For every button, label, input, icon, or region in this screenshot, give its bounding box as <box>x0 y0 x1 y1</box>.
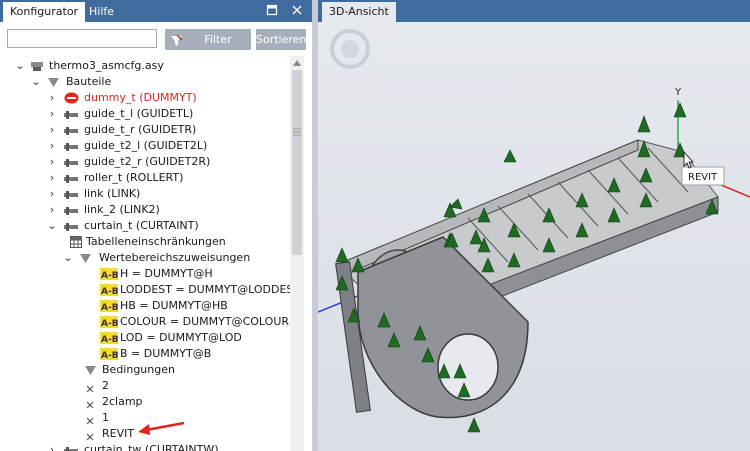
svg-text:A-B: A-B <box>101 287 118 296</box>
tree-label: guide_t_r (GUIDETR) <box>84 123 197 136</box>
tree-row[interactable]: › dummy_t (DUMMYT) <box>0 90 290 106</box>
tree-label: COLOUR = DUMMYT@COLOURIN <box>120 315 290 328</box>
svg-text:A-B: A-B <box>101 319 118 328</box>
tree-row[interactable]: 2 <box>0 378 290 394</box>
tree-label: LOD = DUMMYT@LOD <box>120 331 242 344</box>
close-icon[interactable] <box>291 4 303 16</box>
sort-button[interactable]: Sortieren <box>256 29 306 50</box>
expand-icon[interactable]: › <box>46 106 58 122</box>
scroll-up-icon[interactable] <box>293 60 301 66</box>
tree-row[interactable]: › roller_t (ROLLERT) <box>0 170 290 186</box>
expand-icon[interactable]: › <box>46 186 58 202</box>
expand-icon[interactable]: › <box>46 122 58 138</box>
annotation-arrow <box>138 421 185 435</box>
right-tab-bar: 3D-Ansicht <box>318 0 750 22</box>
tree-row[interactable]: A-B B = DUMMYT@B <box>0 346 290 362</box>
filter-clear-button[interactable]: Filter löschen <box>165 29 251 67</box>
part-icon <box>64 445 79 451</box>
tree-label: link (LINK) <box>84 187 141 200</box>
tree-label: roller_t (ROLLERT) <box>84 171 184 184</box>
component-tree: ⌄ thermo3_asmcfg.asy ⌄ Bauteile › dummy_… <box>0 56 290 451</box>
tree-row[interactable]: › link (LINK) <box>0 186 290 202</box>
3d-scene[interactable]: Y REVIT <box>318 22 750 451</box>
expand-icon[interactable]: › <box>46 202 58 218</box>
y-axis-label: Y <box>674 87 682 98</box>
expand-icon[interactable]: › <box>46 138 58 154</box>
view3d-panel: 3D-Ansicht Y REVIT <box>318 0 750 451</box>
3d-viewport[interactable]: Y REVIT <box>318 22 750 451</box>
tree-row[interactable]: A-B HB = DUMMYT@HB <box>0 298 290 314</box>
tree-label: Bedingungen <box>102 363 175 376</box>
expand-icon[interactable]: › <box>46 170 58 186</box>
svg-text:A-B: A-B <box>101 271 118 280</box>
expand-icon[interactable]: › <box>46 442 58 451</box>
tree-row[interactable]: › curtain_tw (CURTAINTW) <box>0 442 290 451</box>
tree-row[interactable]: 2clamp <box>0 394 290 410</box>
collapse-icon[interactable]: ⌄ <box>46 218 58 234</box>
tree-label: dummy_t (DUMMYT) <box>84 91 197 104</box>
tree-row[interactable]: A-B COLOUR = DUMMYT@COLOURIN <box>0 314 290 330</box>
expand-icon[interactable]: › <box>46 154 58 170</box>
tree-label: guide_t2_l (GUIDET2L) <box>84 139 208 152</box>
svg-text:A-B: A-B <box>101 303 118 312</box>
scroll-grip-icon <box>293 128 301 136</box>
tree-row[interactable]: › guide_t2_r (GUIDET2R) <box>0 154 290 170</box>
configurator-panel: Konfigurator Hilfe Filter löschen Sortie… <box>0 0 312 451</box>
collapse-icon[interactable]: ⌄ <box>30 74 42 90</box>
tree-label: LODDEST = DUMMYT@LODDEST <box>120 283 290 296</box>
tree-label: 2 <box>102 379 109 392</box>
tree-row[interactable]: ⌄ thermo3_asmcfg.asy <box>0 58 290 74</box>
svg-text:A-B: A-B <box>101 335 118 344</box>
tree-row[interactable]: A-B LODDEST = DUMMYT@LODDEST <box>0 282 290 298</box>
tree-label: REVIT <box>102 427 135 440</box>
tree-scrollbar[interactable] <box>290 56 304 451</box>
svg-text:REVIT: REVIT <box>688 172 718 183</box>
filter-clear-icon <box>170 33 183 54</box>
tree-row[interactable]: › guide_t2_l (GUIDET2L) <box>0 138 290 154</box>
tree-row[interactable]: › guide_t_r (GUIDETR) <box>0 122 290 138</box>
search-input[interactable] <box>7 29 157 48</box>
tab-konfigurator[interactable]: Konfigurator <box>3 2 86 22</box>
pin-icon[interactable] <box>266 4 278 16</box>
tree-row[interactable]: A-B H = DUMMYT@H <box>0 266 290 282</box>
tree-label: guide_t2_r (GUIDET2R) <box>84 155 211 168</box>
tree-row[interactable]: Tabelleneinschränkungen <box>0 234 290 250</box>
tree-label: Tabelleneinschränkungen <box>86 235 226 248</box>
tree-row[interactable]: A-B LOD = DUMMYT@LOD <box>0 330 290 346</box>
tree-label: curtain_tw (CURTAINTW) <box>84 443 219 451</box>
scrollbar-thumb[interactable] <box>292 70 302 255</box>
tree-label: guide_t_l (GUIDETL) <box>84 107 194 120</box>
tree-label: HB = DUMMYT@HB <box>120 299 228 312</box>
left-tab-bar: Konfigurator Hilfe <box>0 0 312 22</box>
collapse-icon[interactable]: ⌄ <box>62 250 74 266</box>
tree-label: Bauteile <box>66 75 112 88</box>
tree-row[interactable]: › guide_t_l (GUIDETL) <box>0 106 290 122</box>
tree-label: thermo3_asmcfg.asy <box>49 59 164 72</box>
tree-row[interactable]: › link_2 (LINK2) <box>0 202 290 218</box>
hover-tooltip: REVIT <box>681 166 725 186</box>
tree-label: Wertebereichszuweisungen <box>99 251 251 264</box>
tree-row[interactable]: ⌄ Bauteile <box>0 74 290 90</box>
svg-text:A-B: A-B <box>101 351 118 360</box>
tree-row[interactable]: ⌄ Wertebereichszuweisungen <box>0 250 290 266</box>
collapse-icon[interactable]: ⌄ <box>14 58 26 74</box>
tree-label: 1 <box>102 411 109 424</box>
tree-label: H = DUMMYT@H <box>120 267 213 280</box>
tree-row[interactable]: Bedingungen <box>0 362 290 378</box>
tab-hilfe[interactable]: Hilfe <box>82 2 121 22</box>
tree-row[interactable]: ⌄ curtain_t (CURTAINT) <box>0 218 290 234</box>
tab-3d-ansicht[interactable]: 3D-Ansicht <box>322 2 396 22</box>
filter-toolbar: Filter löschen Sortieren <box>0 22 312 67</box>
tree-label: link_2 (LINK2) <box>84 203 160 216</box>
tree-label: 2clamp <box>102 395 143 408</box>
expand-icon[interactable]: › <box>46 90 58 106</box>
tree-label: curtain_t (CURTAINT) <box>84 219 199 232</box>
tree-label: B = DUMMYT@B <box>120 347 212 360</box>
